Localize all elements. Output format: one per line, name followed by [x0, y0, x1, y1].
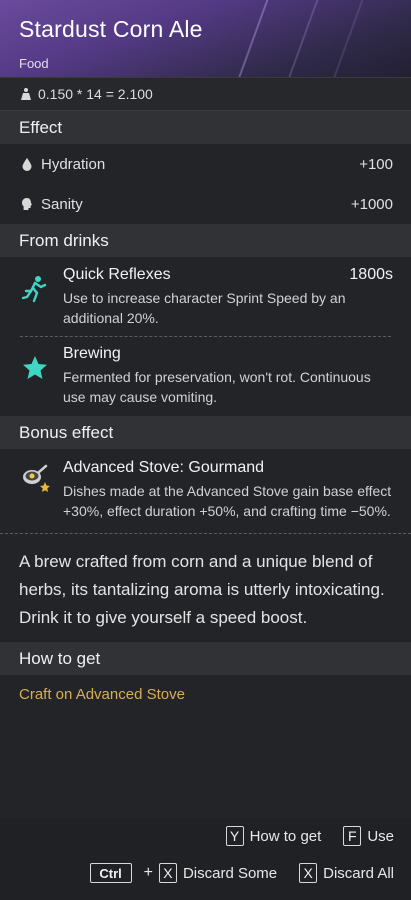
- buff-quick-reflexes: Quick Reflexes 1800s Use to increase cha…: [0, 257, 411, 336]
- keycap-x[interactable]: X: [158, 863, 177, 883]
- keycap-ctrl[interactable]: Ctrl: [89, 863, 132, 883]
- how-to-get-action[interactable]: How to get: [250, 828, 322, 845]
- buff-name: Brewing: [63, 345, 121, 362]
- discard-some-action[interactable]: Discard Some: [183, 865, 277, 882]
- bonus-effect-entry: Advanced Stove: Gourmand Dishes made at …: [0, 449, 411, 533]
- section-heading-how-to-get: How to get: [0, 642, 411, 675]
- stat-value: +100: [359, 155, 393, 173]
- acquisition-source: Craft on Advanced Stove: [0, 675, 411, 713]
- buff-brewing: Brewing Fermented for preservation, won'…: [0, 337, 411, 416]
- action-row-top: Y How to get F Use: [225, 826, 394, 846]
- stat-label: Hydration: [41, 155, 106, 173]
- frying-pan-icon: [23, 464, 50, 492]
- bonus-name: Advanced Stove: Gourmand: [63, 459, 265, 476]
- bonus-description: Dishes made at the Advanced Stove gain b…: [63, 483, 392, 519]
- item-description: A brew crafted from corn and a unique bl…: [0, 533, 411, 642]
- running-man-icon: [21, 276, 47, 303]
- action-row-bottom: Ctrl + X Discard Some X Discard All: [89, 863, 394, 883]
- buff-description: Use to increase character Sprint Speed b…: [63, 290, 346, 326]
- use-action[interactable]: Use: [367, 828, 394, 845]
- stat-label: Sanity: [41, 195, 83, 213]
- discard-all-action[interactable]: Discard All: [323, 865, 394, 882]
- item-header: Stardust Corn Ale Food: [0, 0, 411, 78]
- item-category: Food: [19, 56, 49, 71]
- header-decoration: [326, 0, 366, 77]
- item-title: Stardust Corn Ale: [19, 16, 203, 42]
- section-heading-bonus-effect: Bonus effect: [0, 416, 411, 449]
- buff-description: Fermented for preservation, won't rot. C…: [63, 369, 371, 405]
- stat-value: +1000: [350, 195, 393, 213]
- keycap-x-hold[interactable]: X: [299, 863, 318, 883]
- keycap-y[interactable]: Y: [225, 826, 244, 846]
- droplet-icon: [22, 158, 32, 171]
- weight-icon: [21, 88, 31, 100]
- weight-value: 0.150 * 14 = 2.100: [38, 86, 153, 102]
- header-decoration: [281, 0, 321, 77]
- item-tooltip-panel: Stardust Corn Ale Food 0.150 * 14 = 2.10…: [0, 0, 411, 900]
- weight-row: 0.150 * 14 = 2.100: [0, 78, 411, 111]
- keycap-f[interactable]: F: [343, 826, 362, 846]
- buff-name: Quick Reflexes: [63, 266, 171, 283]
- section-heading-effect: Effect: [0, 111, 411, 144]
- plus-sign: +: [143, 864, 153, 881]
- section-heading-from-drinks: From drinks: [0, 224, 411, 257]
- action-bar: Y How to get F Use Ctrl + X Discard Some…: [0, 818, 411, 900]
- stat-row-sanity: Sanity +1000: [0, 184, 411, 224]
- header-decoration: [231, 0, 271, 77]
- buff-duration: 1800s: [349, 266, 393, 283]
- star-icon: [23, 356, 47, 379]
- stat-row-hydration: Hydration +100: [0, 144, 411, 184]
- head-icon: [22, 198, 32, 210]
